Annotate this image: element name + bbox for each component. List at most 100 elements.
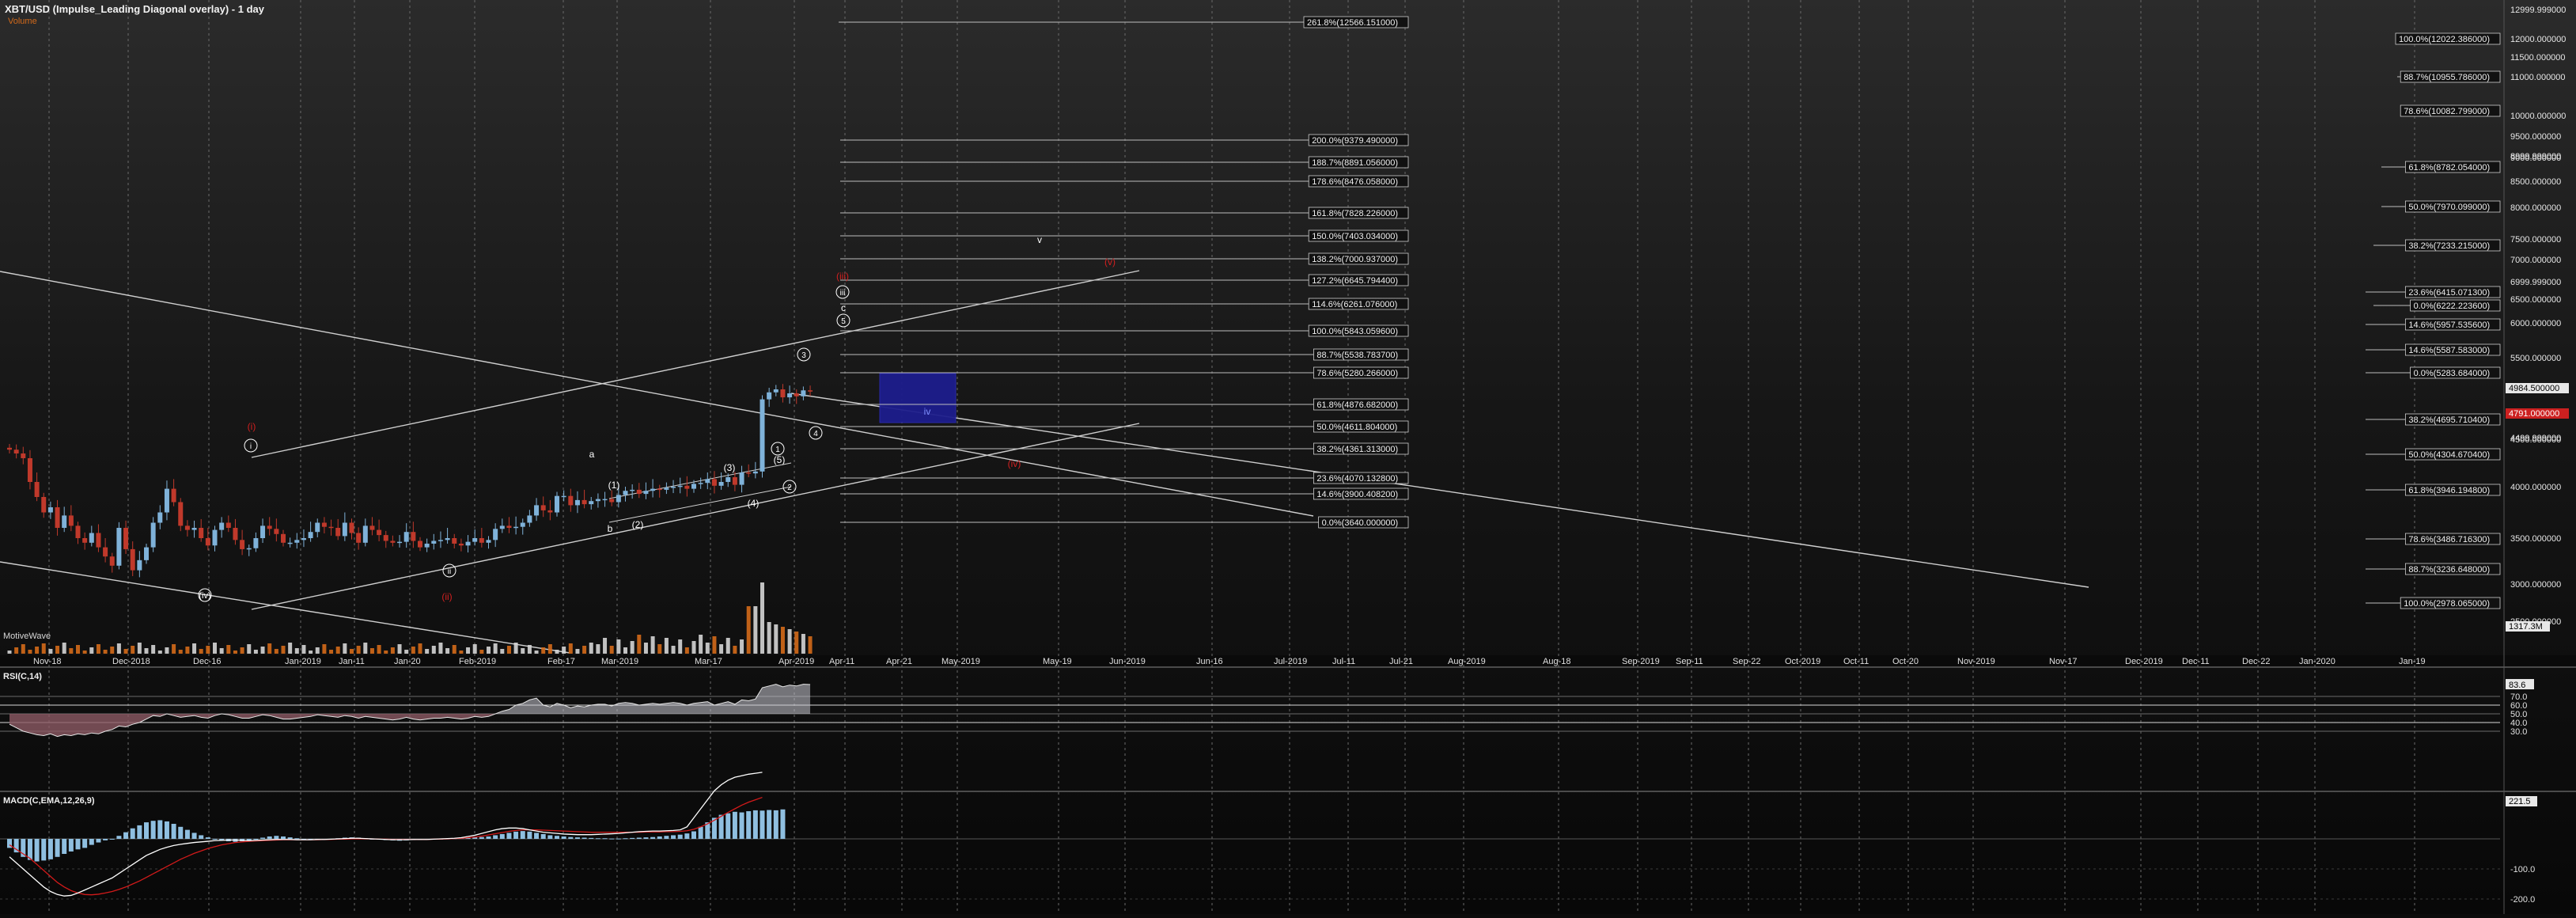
fib-label: 100.0%(12022.386000)	[2399, 35, 2490, 44]
volume-bar	[521, 648, 525, 654]
macd-histogram-bar	[75, 839, 81, 850]
volume-bar	[589, 643, 593, 654]
volume-bar	[62, 643, 66, 654]
candle-body	[130, 548, 135, 571]
volume-bar	[335, 647, 340, 654]
date-tick-label: Sep-2019	[1622, 657, 1660, 666]
candle-body	[62, 515, 67, 528]
volume-bar	[609, 646, 614, 654]
date-tick-label: Jul-11	[1332, 657, 1355, 666]
date-tick-label: Jun-16	[1196, 657, 1223, 666]
macd-histogram-bar	[287, 837, 293, 839]
wave-label: (3)	[724, 462, 736, 473]
volume-bar	[69, 648, 74, 654]
volume-bar	[356, 646, 361, 654]
candle-body	[493, 529, 498, 541]
macd-histogram-bar	[157, 820, 163, 839]
price-tick-label: 8500.000000	[2510, 177, 2561, 187]
fib-label: 38.2%(4695.710400)	[2408, 415, 2490, 425]
candle-body	[68, 515, 74, 526]
chart-window: Nov-18 Dec-2018 Dec-16 Jan-2019 Jan-11 Jan-20…	[0, 0, 2576, 914]
candle-body	[246, 548, 252, 550]
macd-histogram-bar	[144, 822, 149, 839]
candle-body	[356, 533, 362, 543]
volume-bar	[123, 649, 128, 654]
volume-bar	[178, 650, 183, 654]
wave-label: (5)	[774, 454, 786, 465]
macd-title: MACD(C,EMA,12,26,9)	[3, 796, 95, 806]
volume-bar	[760, 582, 764, 654]
volume-bar	[116, 643, 121, 654]
volume-bar	[363, 643, 368, 654]
candle-body	[630, 489, 635, 491]
volume-bar	[671, 646, 676, 654]
fib-label: 50.0%(7970.099000)	[2408, 203, 2490, 212]
fib-label: 78.6%(3486.716300)	[2408, 535, 2490, 544]
fib-label: 50.0%(4304.670400)	[2408, 450, 2490, 460]
volume-bar	[165, 647, 169, 654]
macd-histogram-bar	[178, 826, 184, 839]
fib-label: 261.8%(12566.151000)	[1307, 18, 1398, 28]
candle-body	[240, 540, 245, 549]
candle-body	[150, 522, 156, 548]
macd-histogram-bar	[718, 814, 724, 839]
candle-body	[403, 532, 409, 542]
macd-histogram-bar	[671, 835, 676, 839]
macd-histogram-bar	[150, 821, 156, 839]
candle-body	[7, 447, 12, 450]
candle-body	[760, 399, 765, 472]
candle-body	[671, 487, 676, 488]
fib-label: 61.8%(8782.054000)	[2408, 163, 2490, 173]
candle-body	[253, 538, 259, 548]
candle-body	[691, 484, 696, 489]
candle-body	[431, 541, 437, 544]
candle-body	[157, 512, 163, 523]
macd-histogram-bar	[568, 836, 574, 839]
volume-bar	[397, 644, 402, 654]
price-tick-label: 11500.000000	[2510, 53, 2566, 63]
date-tick-label: Apr-2019	[778, 657, 814, 666]
date-tick-label: Jan-11	[339, 657, 365, 666]
wave-label: c	[841, 302, 846, 313]
volume-bar	[562, 647, 566, 654]
volume-bar	[794, 632, 799, 654]
wave-label: (iv)	[1008, 458, 1021, 469]
volume-bar	[329, 650, 334, 654]
volume-bar	[315, 647, 320, 654]
volume-bar	[28, 650, 32, 654]
volume-bar	[684, 647, 689, 654]
volume-bar	[172, 644, 176, 654]
macd-histogram-bar	[294, 838, 300, 840]
candle-body	[328, 526, 334, 529]
candle-body	[164, 488, 169, 513]
macd-histogram-bar	[561, 836, 566, 839]
candle-body	[506, 525, 512, 528]
macd-histogram-bar	[752, 810, 758, 839]
candle-body	[109, 556, 115, 566]
candle-body	[34, 482, 40, 497]
candle-body	[465, 541, 471, 546]
macd-histogram-bar	[493, 835, 498, 839]
chart-canvas[interactable]: Nov-18 Dec-2018 Dec-16 Jan-2019 Jan-11 Jan-20…	[0, 0, 2576, 914]
date-tick-label: Jun-2019	[1109, 657, 1146, 666]
candle-body	[418, 541, 422, 548]
candle-body	[499, 525, 505, 529]
volume-bar	[780, 627, 785, 654]
candle-body	[321, 522, 327, 527]
fib-label: 38.2%(4361.313000)	[1316, 445, 1398, 454]
candle-body	[568, 495, 574, 506]
volume-bar	[384, 651, 388, 654]
candle-body	[513, 526, 519, 529]
fib-label: 61.8%(4876.682000)	[1316, 400, 1398, 410]
volume-bar	[260, 647, 265, 654]
price-tick-label: 3000.000000	[2510, 580, 2561, 590]
date-tick-label: Mar-17	[695, 657, 722, 666]
candle-body	[13, 450, 19, 453]
candle-body	[47, 507, 53, 513]
volume-bar	[575, 649, 580, 654]
candle-body	[281, 533, 286, 543]
volume-bar	[14, 647, 19, 654]
macd-histogram-bar	[506, 833, 512, 839]
volume-bar	[35, 647, 40, 654]
candle-body	[75, 525, 81, 538]
